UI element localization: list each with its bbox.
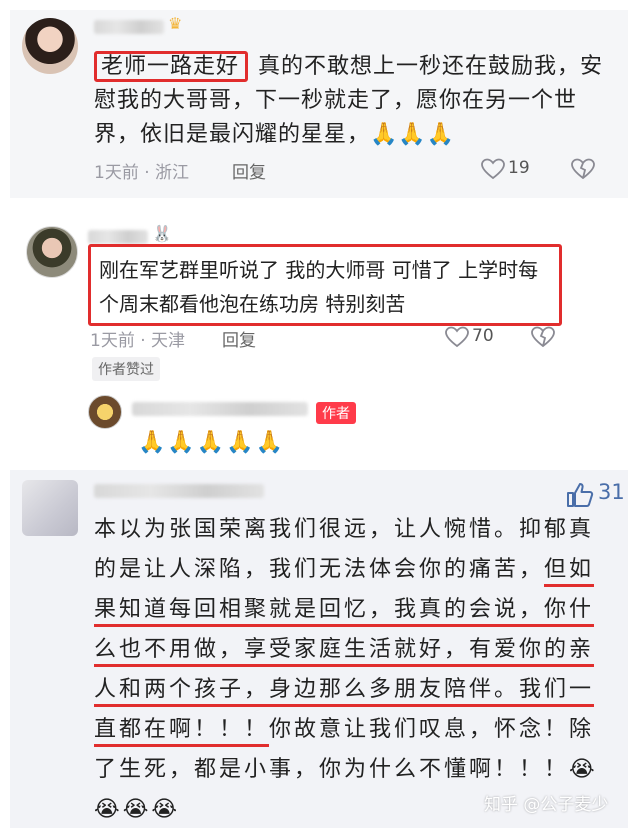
- author-reply-text: 🙏🙏🙏🙏🙏: [138, 430, 285, 455]
- dislike-heart-icon[interactable]: [530, 326, 556, 348]
- thumbs-up-icon[interactable]: [566, 482, 594, 508]
- commenter-avatar[interactable]: [26, 226, 78, 278]
- heart-icon[interactable]: [444, 326, 470, 348]
- blurred-username[interactable]: [94, 20, 164, 34]
- author-avatar[interactable]: [88, 395, 122, 429]
- bunny-icon: 🐰: [152, 224, 172, 243]
- highlighted-phrase: 老师一路走好: [94, 51, 249, 82]
- reply-button[interactable]: 回复: [222, 326, 256, 351]
- like-count: 70: [472, 326, 494, 346]
- highlighted-comment-text: 刚在军艺群里听说了 我的大师哥 可惜了 上学时每个周末都看他泡在练功房 特别刻苦: [88, 244, 562, 326]
- commenter-avatar[interactable]: [22, 18, 78, 74]
- zhihu-watermark: 知乎 @公子麦少: [484, 795, 609, 815]
- comment-card-1: ♛ 老师一路走好 真的不敢想上一秒还在鼓励我，安慰我的大哥哥，下一秒就走了，愿你在…: [10, 10, 628, 198]
- crown-icon: ♛: [168, 14, 183, 33]
- comment-card-3: 31 本以为张国荣离我们很远，让人惋惜。抑郁真的是让人深陷，我们无法体会你的痛苦…: [10, 470, 628, 828]
- like-count: 31: [598, 480, 625, 504]
- like-count: 19: [508, 158, 530, 178]
- heart-icon[interactable]: [480, 158, 506, 180]
- comment-text: 老师一路走好 真的不敢想上一秒还在鼓励我，安慰我的大哥哥，下一秒就走了，愿你在另一…: [94, 50, 614, 152]
- comment-meta: 1天前 · 天津: [90, 331, 186, 351]
- comment-meta: 1天前 · 浙江: [94, 163, 190, 183]
- blurred-author-name[interactable]: [132, 402, 308, 416]
- comment-text-intro: 本以为张国荣离我们很远，让人惋惜。抑郁真的是让人深陷，我们无法体会你的痛苦，: [94, 517, 595, 582]
- author-badge: 作者: [316, 402, 356, 424]
- reply-button[interactable]: 回复: [232, 158, 266, 183]
- dislike-heart-icon[interactable]: [570, 158, 596, 180]
- commenter-avatar[interactable]: [22, 480, 78, 536]
- blurred-username[interactable]: [88, 230, 148, 244]
- comment-text: 本以为张国荣离我们很远，让人惋惜。抑郁真的是让人深陷，我们无法体会你的痛苦，但如…: [94, 510, 614, 830]
- blurred-username[interactable]: [94, 484, 264, 498]
- author-liked-tag: 作者赞过: [92, 357, 160, 381]
- comment-card-2: 🐰 刚在军艺群里听说了 我的大师哥 可惜了 上学时每个周末都看他泡在练功房 特别…: [10, 212, 628, 460]
